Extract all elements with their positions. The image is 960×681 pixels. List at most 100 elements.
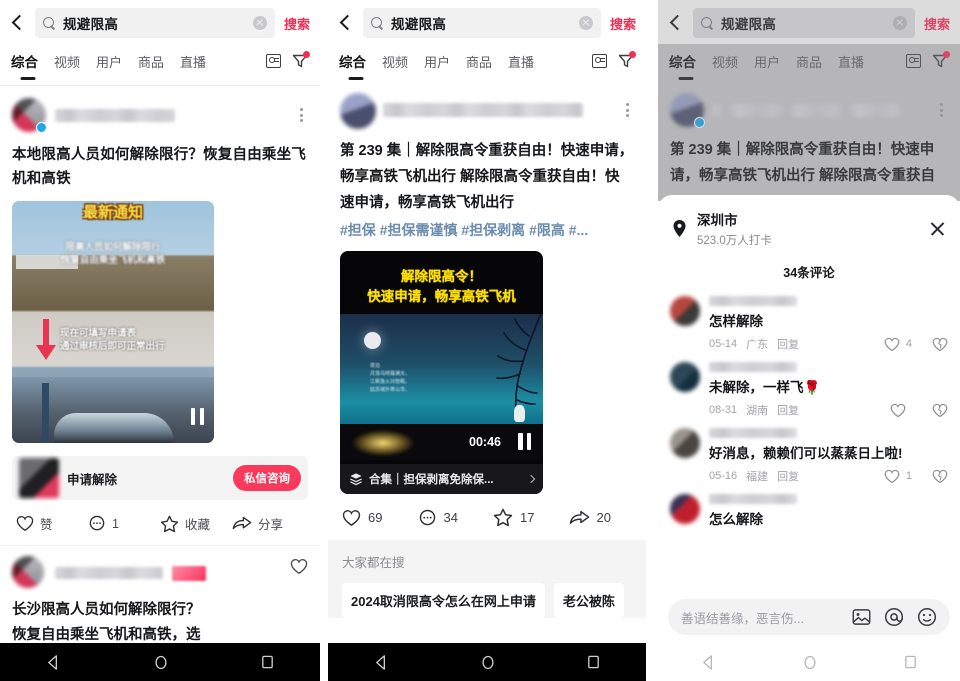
back-chevron-icon[interactable] [336, 11, 356, 35]
share-action[interactable]: 分享 [232, 514, 304, 533]
comment-action[interactable]: 34 [418, 509, 494, 527]
at-icon[interactable] [884, 607, 904, 627]
more-options-icon[interactable] [934, 102, 948, 118]
avatar[interactable] [340, 93, 376, 129]
suggestion-chip-row: 2024取消限高令怎么在网上申请 老公被陈 [342, 583, 632, 618]
more-options-icon[interactable] [620, 102, 634, 118]
contact-card-icon[interactable] [266, 53, 281, 68]
back-chevron-icon[interactable] [666, 11, 686, 35]
heart-broken-icon[interactable] [932, 337, 948, 352]
commenter-name-redacted [709, 362, 797, 372]
post2-title: 长沙限高人员如何解除限行？ 恢复自由乘坐飞机和高铁，选 [12, 602, 201, 643]
location-row[interactable]: 深圳市 523.0万人打卡 [658, 195, 960, 258]
filter-funnel-icon[interactable] [292, 50, 310, 69]
search-button[interactable]: 搜索 [922, 14, 950, 33]
pause-icon[interactable] [518, 433, 531, 450]
tab-shipin[interactable]: 视频 [704, 49, 746, 73]
comment-item[interactable]: 好消息，赖赖们可以蒸蒸日上啦! 05-16 福建 回复 1 [658, 423, 960, 489]
nav-home-icon[interactable] [802, 654, 818, 671]
nav-recents-icon[interactable] [586, 654, 601, 670]
private-message-button[interactable]: 私信咨询 [233, 465, 301, 491]
video-player[interactable]: 解除限高令！ 快速申请，畅享高铁飞机 夜泊 月落乌啼霜满天， 江枫渔火对愁眠。 姑苏城外… [340, 251, 543, 494]
tab-yonghu[interactable]: 用户 [746, 49, 788, 73]
tab-shangpin[interactable]: 商品 [788, 49, 830, 73]
tab-zonghe[interactable]: 综合 [337, 48, 374, 80]
comment-item[interactable]: 怎样解除 05-14 广东 回复 4 [658, 291, 960, 357]
nav-back-icon[interactable] [373, 654, 390, 671]
like-action[interactable]: 69 [342, 509, 418, 527]
post-video-thumbnail[interactable]: 最新通知 限高人员如何解除限行 恢复自由乘坐飞机和高铁 现在可填写申请表 通过审核后… [12, 201, 214, 443]
suggestion-chip[interactable]: 老公被陈 [553, 583, 624, 618]
search-input[interactable]: 规避限高 [363, 8, 601, 38]
comment-region: 湖南 [746, 405, 769, 417]
comment-action[interactable]: 1 [88, 515, 160, 532]
post-hashtags[interactable]: #担保 #担保需谨慎 #担保剥离 #限高 #... [340, 218, 634, 242]
avatar[interactable] [670, 362, 700, 392]
search-button[interactable]: 搜索 [608, 14, 636, 33]
nav-recents-icon[interactable] [260, 654, 275, 670]
search-input[interactable]: 规避限高 [35, 8, 275, 38]
nav-home-icon[interactable] [480, 654, 496, 671]
favorite-action[interactable]: 17 [493, 508, 569, 527]
tab-shangpin[interactable]: 商品 [130, 49, 172, 73]
filter-funnel-icon[interactable] [932, 50, 950, 69]
suggestion-chip[interactable]: 2024取消限高令怎么在网上申请 [342, 583, 545, 618]
heart-broken-icon[interactable] [932, 469, 948, 484]
tab-shipin[interactable]: 视频 [374, 49, 416, 73]
collection-bar[interactable]: 合集｜担保剥离免除保... [340, 464, 543, 494]
post2-like-icon[interactable] [290, 558, 308, 580]
contact-card-icon[interactable] [906, 53, 921, 68]
avatar[interactable] [670, 296, 700, 326]
avatar[interactable] [670, 93, 705, 128]
image-icon[interactable] [852, 608, 871, 626]
clear-icon[interactable] [578, 16, 593, 30]
tab-yonghu[interactable]: 用户 [416, 49, 458, 73]
heart-broken-icon[interactable] [932, 403, 948, 418]
post-card[interactable]: 第 239 集｜解除限高令重获自由！快速申请，畅享高铁飞机出行 解除限高令重获自 [658, 83, 960, 201]
avatar[interactable] [12, 98, 47, 133]
post-card-2[interactable]: 长沙限高人员如何解除限行？ 恢复自由乘坐飞机和高铁，选 [0, 545, 320, 648]
favorite-action[interactable]: 收藏 [160, 514, 232, 533]
search-input[interactable]: 规避限高 [693, 8, 915, 38]
contact-card-icon[interactable] [592, 53, 607, 68]
search-button[interactable]: 搜索 [282, 14, 310, 33]
tab-zhibo[interactable]: 直播 [830, 49, 872, 73]
tab-zhibo[interactable]: 直播 [172, 49, 214, 73]
share-action[interactable]: 20 [569, 509, 645, 527]
ad-card[interactable]: 申请解除 私信咨询 [12, 456, 308, 500]
more-options-icon[interactable] [294, 107, 308, 123]
heart-icon[interactable] [884, 469, 900, 484]
pause-icon[interactable] [191, 408, 204, 425]
tab-zhibo[interactable]: 直播 [500, 49, 542, 73]
avatar[interactable] [670, 494, 700, 524]
reply-button[interactable]: 回复 [777, 468, 799, 484]
post-card[interactable]: 第 239 集｜解除限高令重获自由！快速申请，畅享高铁飞机出行 解除限高令重获自… [328, 83, 646, 242]
tab-zonghe[interactable]: 综合 [9, 48, 46, 80]
comment-input-bar[interactable]: 善语结善缘，恶言伤... [668, 599, 950, 635]
back-chevron-icon[interactable] [8, 11, 28, 35]
reply-button[interactable]: 回复 [777, 402, 799, 418]
post-card[interactable]: 本地限高人员如何解除限行？恢复自由乘坐飞机和高铁 最新通知 限高人员如何解除限行… [0, 86, 320, 545]
reply-button[interactable]: 回复 [777, 336, 799, 352]
filter-funnel-icon[interactable] [618, 50, 636, 69]
tab-zonghe[interactable]: 综合 [667, 48, 704, 80]
avatar[interactable] [670, 428, 700, 458]
comment-item[interactable]: 未解除，一样飞🌹 08-31 湖南 回复 [658, 357, 960, 423]
tab-shangpin[interactable]: 商品 [458, 49, 500, 73]
comment-item[interactable]: 怎么解除 [658, 489, 960, 534]
tab-shipin[interactable]: 视频 [46, 49, 88, 73]
nav-home-icon[interactable] [153, 654, 169, 671]
heart-icon[interactable] [884, 337, 900, 352]
nav-back-icon[interactable] [700, 654, 717, 671]
avatar[interactable] [12, 556, 46, 590]
nav-back-icon[interactable] [45, 654, 62, 671]
heart-icon[interactable] [890, 403, 906, 418]
tab-active-indicator [348, 77, 363, 80]
tab-yonghu[interactable]: 用户 [88, 49, 130, 73]
close-icon[interactable] [929, 220, 946, 237]
like-action[interactable]: 赞 [16, 514, 88, 533]
clear-icon[interactable] [892, 16, 907, 30]
nav-recents-icon[interactable] [903, 654, 918, 670]
emoji-icon[interactable] [917, 607, 937, 627]
clear-icon[interactable] [252, 16, 267, 30]
